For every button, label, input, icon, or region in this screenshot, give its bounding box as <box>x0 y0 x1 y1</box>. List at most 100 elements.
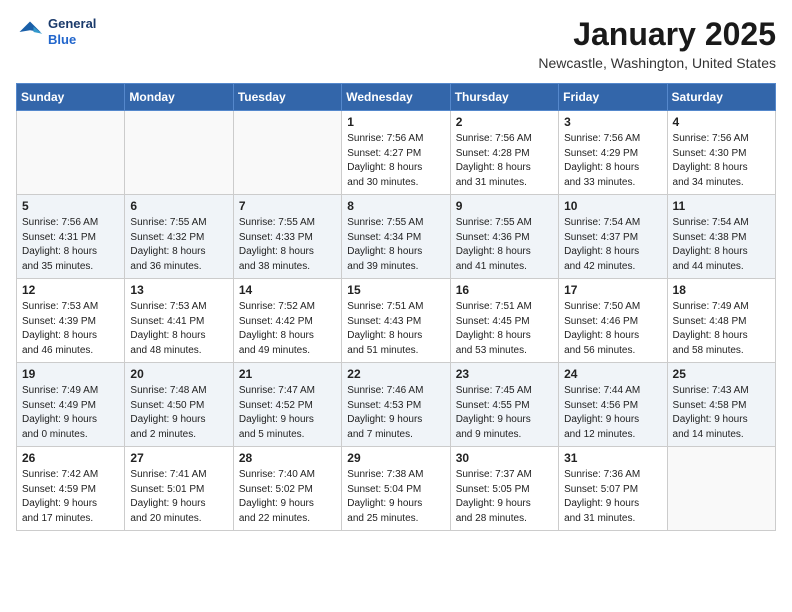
day-number: 22 <box>347 367 444 381</box>
day-number: 9 <box>456 199 553 213</box>
page-header: General Blue January 2025 Newcastle, Was… <box>16 16 776 71</box>
calendar-cell: 31Sunrise: 7:36 AM Sunset: 5:07 PM Dayli… <box>559 447 667 531</box>
weekday-header-tuesday: Tuesday <box>233 84 341 111</box>
day-content: Sunrise: 7:48 AM Sunset: 4:50 PM Dayligh… <box>130 384 227 442</box>
day-content: Sunrise: 7:56 AM Sunset: 4:27 PM Dayligh… <box>347 132 444 190</box>
calendar-cell <box>125 111 233 195</box>
day-number: 19 <box>22 367 119 381</box>
day-content: Sunrise: 7:50 AM Sunset: 4:46 PM Dayligh… <box>564 300 661 358</box>
weekday-header-thursday: Thursday <box>450 84 558 111</box>
calendar-cell <box>17 111 125 195</box>
day-content: Sunrise: 7:36 AM Sunset: 5:07 PM Dayligh… <box>564 468 661 526</box>
day-number: 24 <box>564 367 661 381</box>
day-number: 15 <box>347 283 444 297</box>
day-content: Sunrise: 7:43 AM Sunset: 4:58 PM Dayligh… <box>673 384 770 442</box>
day-number: 1 <box>347 115 444 129</box>
day-number: 11 <box>673 199 770 213</box>
calendar-cell: 23Sunrise: 7:45 AM Sunset: 4:55 PM Dayli… <box>450 363 558 447</box>
logo: General Blue <box>16 16 96 47</box>
day-number: 30 <box>456 451 553 465</box>
day-number: 23 <box>456 367 553 381</box>
day-number: 27 <box>130 451 227 465</box>
day-content: Sunrise: 7:40 AM Sunset: 5:02 PM Dayligh… <box>239 468 336 526</box>
day-number: 13 <box>130 283 227 297</box>
day-number: 2 <box>456 115 553 129</box>
calendar-cell: 10Sunrise: 7:54 AM Sunset: 4:37 PM Dayli… <box>559 195 667 279</box>
day-content: Sunrise: 7:44 AM Sunset: 4:56 PM Dayligh… <box>564 384 661 442</box>
calendar-cell: 6Sunrise: 7:55 AM Sunset: 4:32 PM Daylig… <box>125 195 233 279</box>
calendar-cell: 30 Sunrise: 7:37 AM Sunset: 5:05 PM Dayli… <box>450 447 558 531</box>
day-content: Sunrise: 7:53 AM Sunset: 4:39 PM Dayligh… <box>22 300 119 358</box>
day-content: Sunrise: 7:42 AM Sunset: 4:59 PM Dayligh… <box>22 468 119 526</box>
day-number: 7 <box>239 199 336 213</box>
calendar-cell: 11 Sunrise: 7:54 AM Sunset: 4:38 PM Dayli… <box>667 195 775 279</box>
calendar-cell: 13 Sunrise: 7:53 AM Sunset: 4:41 PM Dayli… <box>125 279 233 363</box>
day-content: Sunrise: 7:55 AM Sunset: 4:36 PM Dayligh… <box>456 216 553 274</box>
weekday-header-saturday: Saturday <box>667 84 775 111</box>
day-content: Sunrise: 7:54 AM Sunset: 4:38 PM Dayligh… <box>673 216 770 274</box>
calendar-cell: 27Sunrise: 7:41 AM Sunset: 5:01 PM Dayli… <box>125 447 233 531</box>
calendar-cell: 21Sunrise: 7:47 AM Sunset: 4:52 PM Dayli… <box>233 363 341 447</box>
calendar-cell: 25 Sunrise: 7:43 AM Sunset: 4:58 PM Dayli… <box>667 363 775 447</box>
week-row-4: 19 Sunrise: 7:49 AM Sunset: 4:49 PM Dayli… <box>17 363 776 447</box>
weekday-header-wednesday: Wednesday <box>342 84 450 111</box>
calendar-cell: 8Sunrise: 7:55 AM Sunset: 4:34 PM Daylig… <box>342 195 450 279</box>
day-number: 17 <box>564 283 661 297</box>
day-number: 4 <box>673 115 770 129</box>
week-row-3: 12 Sunrise: 7:53 AM Sunset: 4:39 PM Dayli… <box>17 279 776 363</box>
calendar-cell: 15 Sunrise: 7:51 AM Sunset: 4:43 PM Dayli… <box>342 279 450 363</box>
week-row-2: 5Sunrise: 7:56 AM Sunset: 4:31 PM Daylig… <box>17 195 776 279</box>
day-number: 20 <box>130 367 227 381</box>
title-block: January 2025 Newcastle, Washington, Unit… <box>538 16 776 71</box>
week-row-1: 1 Sunrise: 7:56 AM Sunset: 4:27 PM Daylig… <box>17 111 776 195</box>
calendar-cell: 3 Sunrise: 7:56 AM Sunset: 4:29 PM Daylig… <box>559 111 667 195</box>
day-content: Sunrise: 7:55 AM Sunset: 4:34 PM Dayligh… <box>347 216 444 274</box>
weekday-header-friday: Friday <box>559 84 667 111</box>
calendar-cell: 14 Sunrise: 7:52 AM Sunset: 4:42 PM Dayli… <box>233 279 341 363</box>
day-content: Sunrise: 7:37 AM Sunset: 5:05 PM Dayligh… <box>456 468 553 526</box>
day-number: 25 <box>673 367 770 381</box>
day-number: 16 <box>456 283 553 297</box>
calendar-cell: 26Sunrise: 7:42 AM Sunset: 4:59 PM Dayli… <box>17 447 125 531</box>
day-number: 14 <box>239 283 336 297</box>
calendar-cell: 22Sunrise: 7:46 AM Sunset: 4:53 PM Dayli… <box>342 363 450 447</box>
calendar-cell: 4 Sunrise: 7:56 AM Sunset: 4:30 PM Daylig… <box>667 111 775 195</box>
calendar-cell: 9 Sunrise: 7:55 AM Sunset: 4:36 PM Daylig… <box>450 195 558 279</box>
day-content: Sunrise: 7:52 AM Sunset: 4:42 PM Dayligh… <box>239 300 336 358</box>
day-content: Sunrise: 7:38 AM Sunset: 5:04 PM Dayligh… <box>347 468 444 526</box>
location: Newcastle, Washington, United States <box>538 55 776 71</box>
calendar-cell: 12 Sunrise: 7:53 AM Sunset: 4:39 PM Dayli… <box>17 279 125 363</box>
day-number: 12 <box>22 283 119 297</box>
day-number: 21 <box>239 367 336 381</box>
calendar-cell: 1 Sunrise: 7:56 AM Sunset: 4:27 PM Daylig… <box>342 111 450 195</box>
weekday-header-sunday: Sunday <box>17 84 125 111</box>
calendar-cell: 24 Sunrise: 7:44 AM Sunset: 4:56 PM Dayli… <box>559 363 667 447</box>
calendar-cell: 28 Sunrise: 7:40 AM Sunset: 5:02 PM Dayli… <box>233 447 341 531</box>
month-title: January 2025 <box>538 16 776 53</box>
day-number: 28 <box>239 451 336 465</box>
logo-text: General Blue <box>48 16 96 47</box>
logo-icon <box>16 18 44 46</box>
day-content: Sunrise: 7:49 AM Sunset: 4:48 PM Dayligh… <box>673 300 770 358</box>
day-number: 18 <box>673 283 770 297</box>
day-number: 3 <box>564 115 661 129</box>
day-content: Sunrise: 7:55 AM Sunset: 4:32 PM Dayligh… <box>130 216 227 274</box>
day-content: Sunrise: 7:56 AM Sunset: 4:28 PM Dayligh… <box>456 132 553 190</box>
day-content: Sunrise: 7:56 AM Sunset: 4:29 PM Dayligh… <box>564 132 661 190</box>
logo-line1: General <box>48 16 96 32</box>
calendar-cell: 29 Sunrise: 7:38 AM Sunset: 5:04 PM Dayli… <box>342 447 450 531</box>
calendar-cell: 7 Sunrise: 7:55 AM Sunset: 4:33 PM Daylig… <box>233 195 341 279</box>
calendar-cell: 16Sunrise: 7:51 AM Sunset: 4:45 PM Dayli… <box>450 279 558 363</box>
day-content: Sunrise: 7:56 AM Sunset: 4:30 PM Dayligh… <box>673 132 770 190</box>
day-number: 10 <box>564 199 661 213</box>
day-content: Sunrise: 7:55 AM Sunset: 4:33 PM Dayligh… <box>239 216 336 274</box>
day-number: 29 <box>347 451 444 465</box>
calendar-cell: 17 Sunrise: 7:50 AM Sunset: 4:46 PM Dayli… <box>559 279 667 363</box>
day-content: Sunrise: 7:49 AM Sunset: 4:49 PM Dayligh… <box>22 384 119 442</box>
day-number: 5 <box>22 199 119 213</box>
calendar-cell: 19 Sunrise: 7:49 AM Sunset: 4:49 PM Dayli… <box>17 363 125 447</box>
day-content: Sunrise: 7:53 AM Sunset: 4:41 PM Dayligh… <box>130 300 227 358</box>
day-content: Sunrise: 7:51 AM Sunset: 4:43 PM Dayligh… <box>347 300 444 358</box>
weekday-header-monday: Monday <box>125 84 233 111</box>
weekday-header-row: SundayMondayTuesdayWednesdayThursdayFrid… <box>17 84 776 111</box>
